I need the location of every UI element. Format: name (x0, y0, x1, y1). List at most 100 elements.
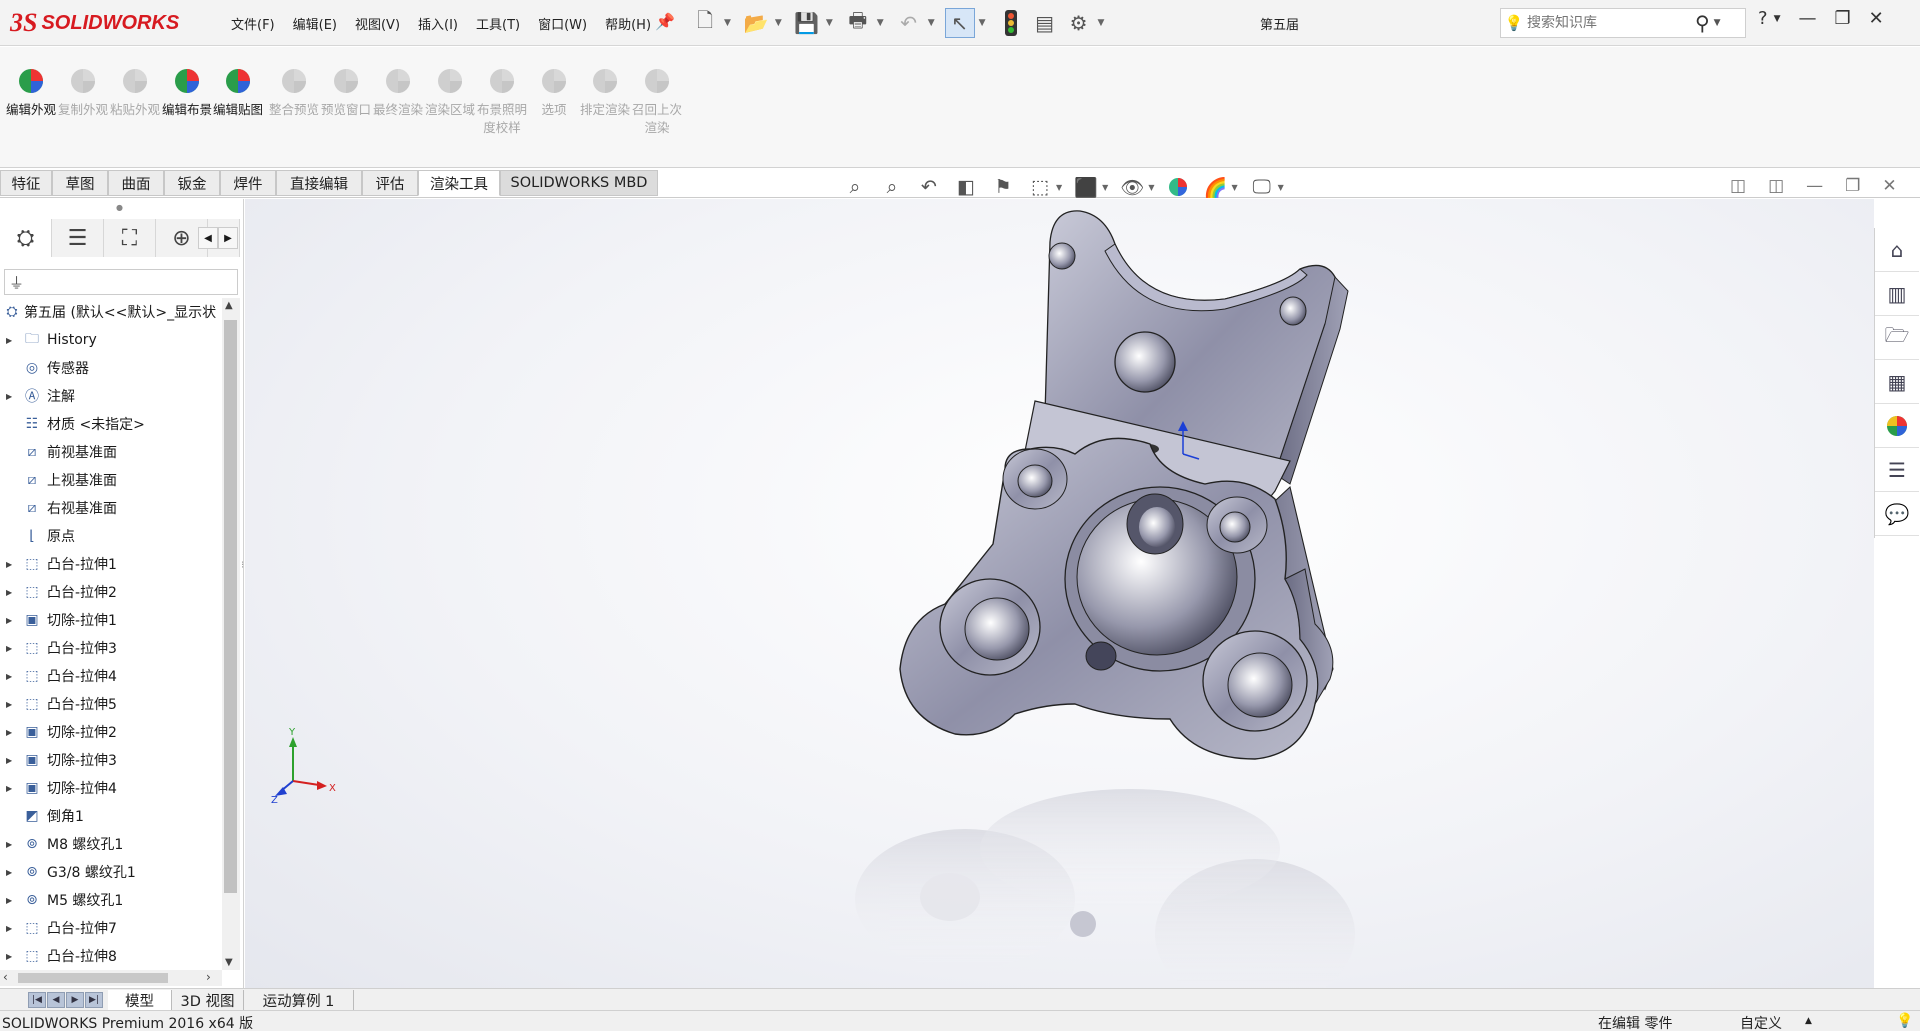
forum-chat-icon[interactable]: 💬 (1875, 492, 1919, 536)
help-icon[interactable]: ? (1758, 8, 1768, 29)
previous-view-icon[interactable]: ↶ (912, 172, 946, 202)
undo-icon[interactable]: ↶ (894, 8, 924, 38)
ribbon-button-10[interactable]: 选项 (529, 63, 579, 119)
ribbon-button-3[interactable]: 编辑布景 (162, 63, 212, 119)
viewport-restore-icon[interactable]: ❐ (1845, 176, 1860, 196)
command-tab-8[interactable]: SOLIDWORKS MBD (500, 170, 658, 196)
undo-dropdown-icon[interactable]: ▼ (928, 18, 935, 28)
part-model-render[interactable]: Y X Z (245, 199, 1874, 1009)
expand-arrow-icon[interactable]: ▶ (6, 756, 12, 765)
search-icon[interactable]: ⚲ (1695, 11, 1710, 35)
viewport-close-icon[interactable]: ✕ (1882, 176, 1896, 196)
display-style-dropdown-icon[interactable]: ▼ (1102, 183, 1108, 192)
tree-filter[interactable]: ⏚ (4, 269, 238, 295)
menu-insert[interactable]: 插入(I) (409, 14, 467, 33)
tree-item[interactable]: ▶ ⬚ 凸台-拉伸3 (0, 634, 222, 662)
menu-window[interactable]: 窗口(W) (529, 14, 596, 33)
tree-item[interactable]: ⧄ 前视基准面 (0, 438, 222, 466)
view-orientation-icon[interactable]: ⬚ (1023, 172, 1057, 202)
save-icon[interactable]: 💾 (792, 8, 822, 38)
expand-arrow-icon[interactable]: ▶ (6, 644, 12, 653)
scroll-down-icon[interactable]: ▼ (225, 957, 233, 968)
view-settings-dropdown-icon[interactable]: ▼ (1278, 183, 1284, 192)
ribbon-button-5[interactable]: 整合预览 (269, 63, 319, 119)
feature-manager-tab-icon[interactable]: ⛭ (0, 219, 52, 257)
scroll-right-icon[interactable]: › (206, 970, 211, 984)
scroll-up-icon[interactable]: ▲ (225, 300, 233, 311)
graphics-viewport[interactable]: Y X Z (245, 199, 1874, 1009)
search-input[interactable] (1527, 15, 1687, 31)
ribbon-button-1[interactable]: 复制外观 (58, 63, 108, 119)
ribbon-button-2[interactable]: 粘贴外观 (110, 63, 160, 119)
apply-scene-dropdown-icon[interactable]: ▼ (1231, 183, 1237, 192)
rebuild-traffic-light-icon[interactable] (996, 8, 1026, 38)
menu-file[interactable]: 文件(F) (222, 14, 284, 33)
units-dropdown-icon[interactable]: ▲ (1805, 1016, 1812, 1026)
dynamic-annotation-icon[interactable]: ⚑ (986, 172, 1020, 202)
first-tab-icon[interactable]: |◀ (28, 992, 46, 1008)
edit-appearance-view-icon[interactable] (1161, 172, 1195, 202)
command-tab-6[interactable]: 评估 (362, 170, 418, 196)
print-dropdown-icon[interactable]: ▼ (877, 18, 884, 28)
select-pointer-icon[interactable]: ↖ (944, 8, 975, 38)
tree-item[interactable]: ☷ 材质 <未指定> (0, 410, 222, 438)
new-document-icon[interactable]: 🗋 (690, 8, 720, 38)
ribbon-button-11[interactable]: 排定渲染 (580, 63, 630, 119)
select-dropdown-icon[interactable]: ▼ (979, 18, 986, 28)
view-settings-icon[interactable]: 🖵 (1245, 172, 1279, 202)
section-view-icon[interactable]: ◧ (949, 172, 983, 202)
tab-scroll-right-icon[interactable]: ▶ (218, 227, 238, 249)
expand-arrow-icon[interactable]: ▶ (6, 868, 12, 877)
tab-scroll-left-icon[interactable]: ◀ (198, 227, 218, 249)
tree-item[interactable]: ▶ ⬚ 凸台-拉伸7 (0, 914, 222, 942)
hide-show-items-icon[interactable]: 👁 (1115, 172, 1149, 202)
command-tab-3[interactable]: 钣金 (164, 170, 220, 196)
menu-help[interactable]: 帮助(H) (596, 14, 660, 33)
apply-scene-icon[interactable]: 🌈 (1198, 172, 1232, 202)
zoom-to-fit-icon[interactable]: ⌕ (838, 172, 872, 202)
scroll-left-icon[interactable]: ‹ (3, 970, 8, 984)
expand-arrow-icon[interactable]: ▶ (6, 728, 12, 737)
ribbon-button-7[interactable]: 最终渲染 (373, 63, 423, 119)
solidworks-resources-home-icon[interactable]: ⌂ (1875, 228, 1919, 272)
options-gear-icon[interactable]: ⚙ (1064, 8, 1094, 38)
tab-3d-view[interactable]: 3D 视图 (172, 990, 244, 1010)
tree-item[interactable]: ◩ 倒角1 (0, 802, 222, 830)
tree-item[interactable]: ▶ 🗀 History (0, 326, 222, 354)
tree-item[interactable]: ▶ ⬚ 凸台-拉伸5 (0, 690, 222, 718)
quick-tips-icon[interactable]: 💡 (1896, 1013, 1913, 1029)
custom-properties-icon[interactable]: ☰ (1875, 448, 1919, 492)
tree-item[interactable]: ▶ ⬚ 凸台-拉伸8 (0, 942, 222, 970)
expand-arrow-icon[interactable]: ▶ (6, 952, 12, 961)
expand-arrow-icon[interactable]: ▶ (6, 560, 12, 569)
expand-arrow-icon[interactable]: ▶ (6, 336, 12, 345)
design-library-icon[interactable]: ▥ (1875, 272, 1919, 316)
tree-item[interactable]: ▶ ⬚ 凸台-拉伸1 (0, 550, 222, 578)
menu-edit[interactable]: 编辑(E) (284, 14, 346, 33)
open-dropdown-icon[interactable]: ▼ (775, 18, 782, 28)
new-dropdown-icon[interactable]: ▼ (724, 18, 731, 28)
expand-arrow-icon[interactable]: ▶ (6, 896, 12, 905)
tree-item[interactable]: ⧄ 上视基准面 (0, 466, 222, 494)
file-properties-icon[interactable]: ▤ (1030, 8, 1060, 38)
expand-arrow-icon[interactable]: ▶ (6, 840, 12, 849)
file-explorer-icon[interactable]: 🗁 (1875, 316, 1919, 360)
panel-grip-icon[interactable]: ● (116, 203, 123, 212)
expand-arrow-icon[interactable]: ▶ (6, 392, 12, 401)
tree-item[interactable]: ⌊ 原点 (0, 522, 222, 550)
expand-arrow-icon[interactable]: ▶ (6, 700, 12, 709)
command-tab-4[interactable]: 焊件 (220, 170, 276, 196)
view-palette-icon[interactable]: ▦ (1875, 360, 1919, 404)
save-dropdown-icon[interactable]: ▼ (826, 18, 833, 28)
command-tab-5[interactable]: 直接编辑 (276, 170, 362, 196)
expand-arrow-icon[interactable]: ▶ (6, 588, 12, 597)
tree-item[interactable]: ▶ ▣ 切除-拉伸2 (0, 718, 222, 746)
tree-horizontal-scrollbar[interactable]: ‹ › (0, 970, 222, 986)
tree-item[interactable]: ▶ ⊚ M5 螺纹孔1 (0, 886, 222, 914)
tree-item[interactable]: ⧄ 右视基准面 (0, 494, 222, 522)
solidworks-logo[interactable]: 3S SOLIDWORKS (10, 6, 196, 40)
menu-view[interactable]: 视图(V) (346, 14, 409, 33)
ribbon-button-12[interactable]: 召回上次渲染 (632, 63, 682, 137)
tree-item[interactable]: ◎ 传感器 (0, 354, 222, 382)
property-manager-tab-icon[interactable]: ☰ (52, 219, 104, 257)
